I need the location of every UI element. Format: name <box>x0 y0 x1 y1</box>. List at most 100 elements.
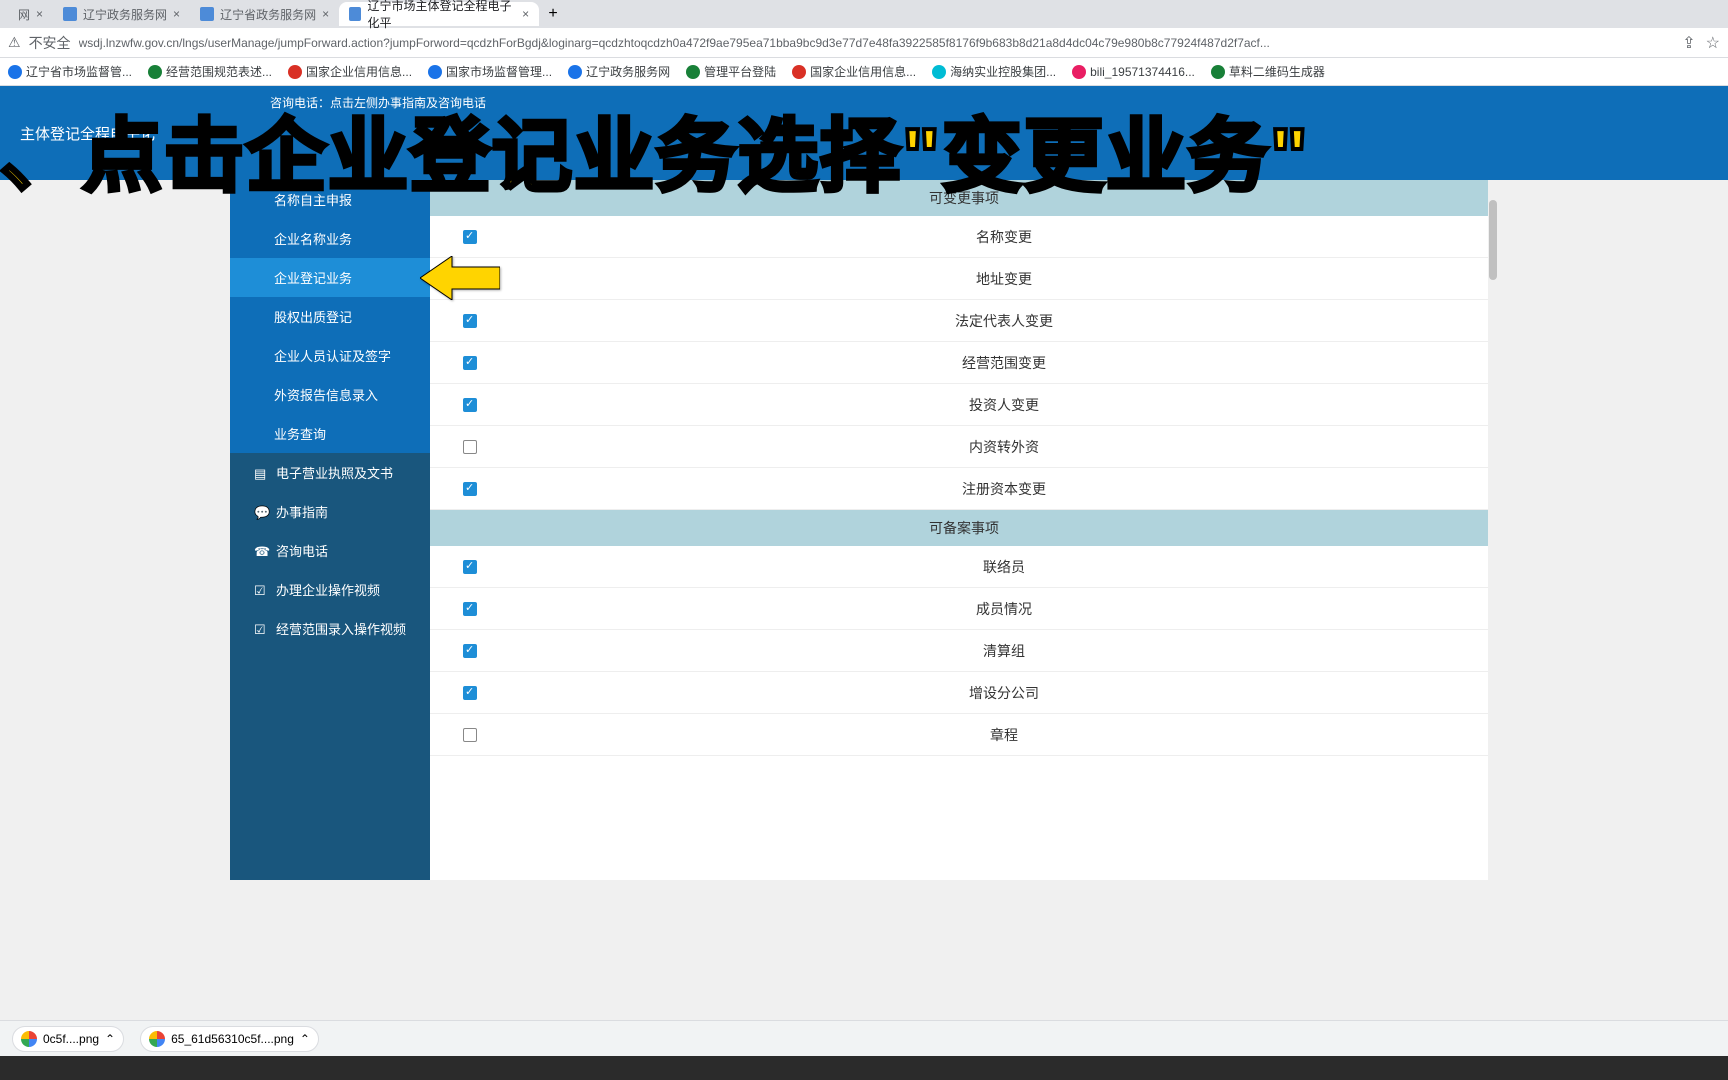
bookmark-favicon <box>1211 65 1225 79</box>
bookmark-favicon <box>148 65 162 79</box>
annotation-arrow-icon <box>420 256 500 305</box>
checkbox[interactable] <box>463 686 477 700</box>
close-icon[interactable]: × <box>322 7 329 21</box>
browser-tab[interactable]: 辽宁省政务服务网 × <box>190 2 339 26</box>
bookmark-item[interactable]: bili_19571374416... <box>1072 65 1195 79</box>
url-text[interactable]: wsdj.lnzwfw.gov.cn/lngs/userManage/jumpF… <box>79 36 1675 50</box>
bookmark-item[interactable]: 国家企业信用信息... <box>792 63 916 80</box>
sidebar-item-personnel-cert[interactable]: 企业人员认证及签字 <box>230 336 430 375</box>
bookmark-item[interactable]: 草料二维码生成器 <box>1211 63 1325 80</box>
chat-icon: 💬 <box>254 505 268 519</box>
item-label: 章程 <box>510 725 1498 745</box>
checkbox[interactable] <box>463 356 477 370</box>
bookmark-item[interactable]: 经营范围规范表述... <box>148 63 272 80</box>
sidebar-item-video2[interactable]: ☑经营范围录入操作视频 <box>230 609 430 648</box>
checkbox[interactable] <box>463 482 477 496</box>
scrollbar[interactable] <box>1488 180 1498 880</box>
section-header-record: 可备案事项 <box>430 510 1498 546</box>
checkbox[interactable] <box>463 602 477 616</box>
item-label: 联络员 <box>510 557 1498 577</box>
item-label: 地址变更 <box>510 269 1498 289</box>
checkbox[interactable] <box>463 560 477 574</box>
table-row: 经营范围变更 <box>430 342 1498 384</box>
tab-title: 辽宁市场主体登记全程电子化平 <box>367 0 516 31</box>
bookmark-item[interactable]: 辽宁省市场监督管... <box>8 63 132 80</box>
downloads-bar: 0c5f....png ⌃ 65_61d56310c5f....png ⌃ <box>0 1020 1728 1056</box>
file-icon <box>149 1031 165 1047</box>
bookmark-item[interactable]: 国家企业信用信息... <box>288 63 412 80</box>
item-label: 成员情况 <box>510 599 1498 619</box>
security-warning-icon[interactable]: ⚠ <box>8 34 21 51</box>
phone-icon: ☎ <box>254 544 268 558</box>
browser-tab[interactable]: 辽宁政务服务网 × <box>53 2 190 26</box>
checkbox[interactable] <box>463 314 477 328</box>
tab-title: 辽宁政务服务网 <box>83 6 167 23</box>
bookmark-favicon <box>8 65 22 79</box>
bookmark-favicon <box>792 65 806 79</box>
chevron-up-icon[interactable]: ⌃ <box>105 1032 115 1046</box>
sidebar-item-elicense[interactable]: ▤电子营业执照及文书 <box>230 453 430 492</box>
bookmark-item[interactable]: 辽宁政务服务网 <box>568 63 670 80</box>
annotation-overlay-text: 、点击企业登记业务选择"变更业务" <box>0 92 1728 208</box>
close-icon[interactable]: × <box>173 7 180 21</box>
tab-title: 辽宁省政务服务网 <box>220 6 316 23</box>
star-icon[interactable]: ☆ <box>1706 33 1720 53</box>
bookmark-item[interactable]: 国家市场监督管理... <box>428 63 552 80</box>
sidebar-item-company-name[interactable]: 企业名称业务 <box>230 219 430 258</box>
sidebar-item-company-register[interactable]: 企业登记业务 <box>230 258 430 297</box>
checkbox[interactable] <box>463 398 477 412</box>
check-icon: ☑ <box>254 583 268 597</box>
new-tab-button[interactable]: + <box>539 5 567 23</box>
bookmark-item[interactable]: 海纳实业控股集团... <box>932 63 1056 80</box>
checkbox[interactable] <box>463 440 477 454</box>
bookmarks-bar: 辽宁省市场监督管... 经营范围规范表述... 国家企业信用信息... 国家市场… <box>0 58 1728 86</box>
bookmark-favicon <box>686 65 700 79</box>
item-label: 经营范围变更 <box>510 353 1498 373</box>
browser-tab[interactable]: 网 × <box>8 2 53 26</box>
sidebar-item-foreign-report[interactable]: 外资报告信息录入 <box>230 375 430 414</box>
sidebar: 名称自主申报 企业名称业务 企业登记业务 股权出质登记 企业人员认证及签字 外资… <box>230 180 430 880</box>
address-bar: ⚠ 不安全 wsdj.lnzwfw.gov.cn/lngs/userManage… <box>0 28 1728 58</box>
item-label: 清算组 <box>510 641 1498 661</box>
table-row: 地址变更 <box>430 258 1498 300</box>
share-icon[interactable]: ⇪ <box>1682 33 1695 53</box>
table-row: 成员情况 <box>430 588 1498 630</box>
table-row: 投资人变更 <box>430 384 1498 426</box>
item-label: 增设分公司 <box>510 683 1498 703</box>
file-icon <box>21 1031 37 1047</box>
table-row: 清算组 <box>430 630 1498 672</box>
download-item[interactable]: 0c5f....png ⌃ <box>12 1026 124 1052</box>
table-row: 联络员 <box>430 546 1498 588</box>
checkbox[interactable] <box>463 728 477 742</box>
item-label: 注册资本变更 <box>510 479 1498 499</box>
table-row: 章程 <box>430 714 1498 756</box>
taskbar <box>0 1056 1728 1080</box>
tab-title: 网 <box>18 6 30 23</box>
checkbox[interactable] <box>463 644 477 658</box>
checkbox[interactable] <box>463 230 477 244</box>
chevron-up-icon[interactable]: ⌃ <box>300 1032 310 1046</box>
item-label: 内资转外资 <box>510 437 1498 457</box>
bookmark-favicon <box>932 65 946 79</box>
bookmark-item[interactable]: 管理平台登陆 <box>686 63 776 80</box>
table-row: 增设分公司 <box>430 672 1498 714</box>
close-icon[interactable]: × <box>36 7 43 21</box>
download-item[interactable]: 65_61d56310c5f....png ⌃ <box>140 1026 319 1052</box>
download-filename: 0c5f....png <box>43 1032 99 1046</box>
document-icon: ▤ <box>254 466 268 480</box>
bookmark-favicon <box>568 65 582 79</box>
content-panel: 可变更事项 名称变更 地址变更 法定代表人变更 经营范围变更 投资人变更 内资转… <box>430 180 1498 880</box>
close-icon[interactable]: × <box>522 7 529 21</box>
sidebar-item-video1[interactable]: ☑办理企业操作视频 <box>230 570 430 609</box>
sidebar-item-equity-pledge[interactable]: 股权出质登记 <box>230 297 430 336</box>
sidebar-item-phone[interactable]: ☎咨询电话 <box>230 531 430 570</box>
table-row: 注册资本变更 <box>430 468 1498 510</box>
sidebar-item-business-query[interactable]: 业务查询 <box>230 414 430 453</box>
item-label: 名称变更 <box>510 227 1498 247</box>
scrollbar-thumb[interactable] <box>1489 200 1497 280</box>
item-label: 投资人变更 <box>510 395 1498 415</box>
browser-tab[interactable]: 辽宁市场主体登记全程电子化平 × <box>339 2 539 26</box>
check-icon: ☑ <box>254 622 268 636</box>
download-filename: 65_61d56310c5f....png <box>171 1032 294 1046</box>
sidebar-item-guide[interactable]: 💬办事指南 <box>230 492 430 531</box>
